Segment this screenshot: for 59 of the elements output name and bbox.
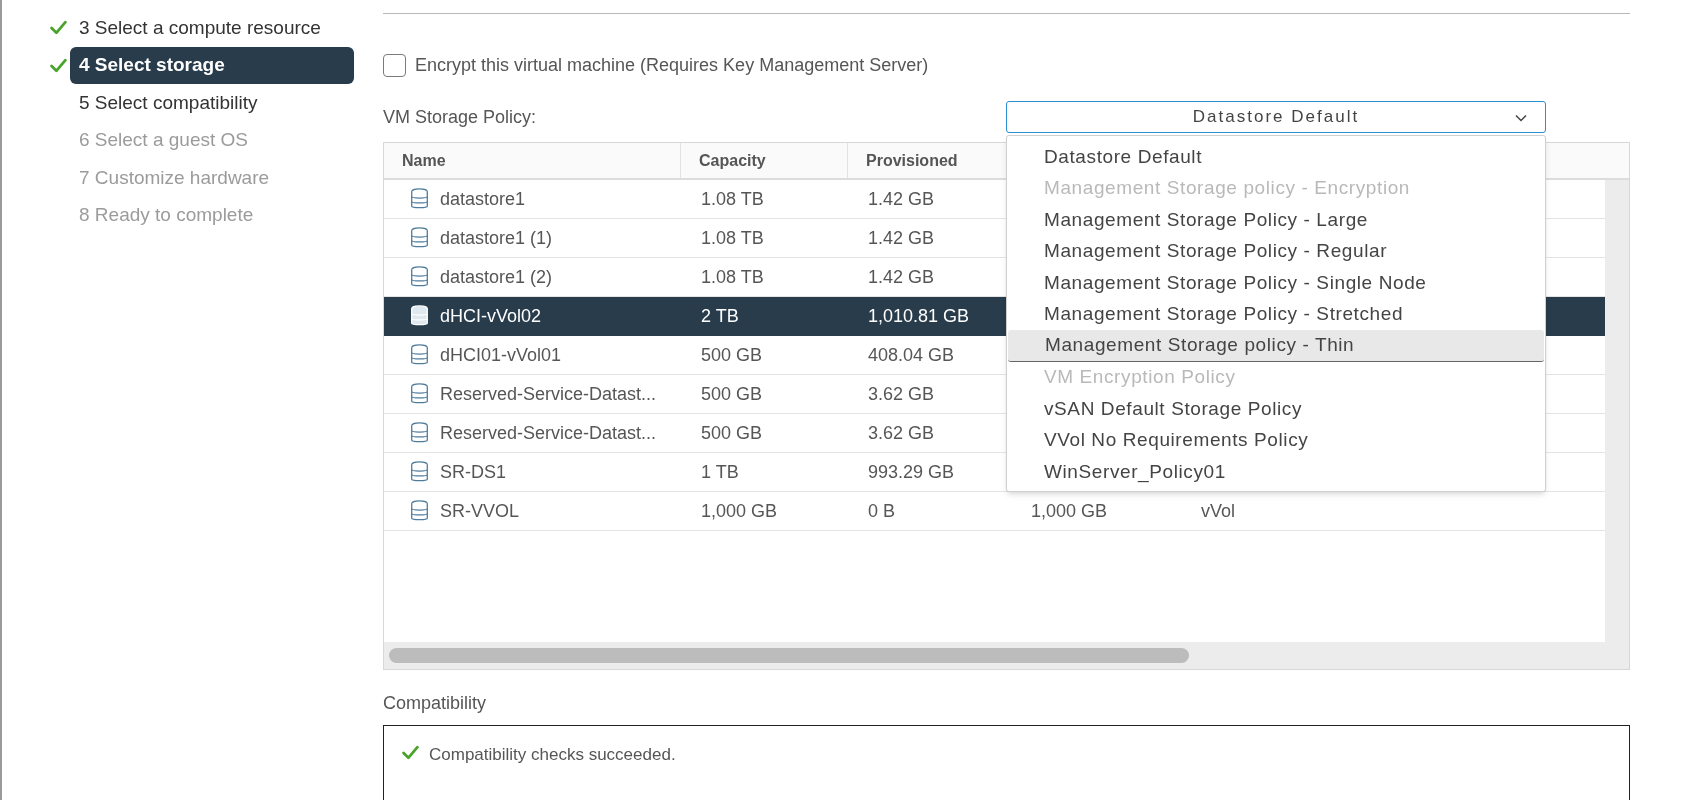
storage-policy-label: VM Storage Policy: (383, 105, 538, 129)
chevron-down-icon (1515, 114, 1527, 122)
dropdown-option[interactable]: WinServer_Policy01 (1007, 456, 1545, 488)
datastore-name: Reserved-Service-Datast... (384, 375, 681, 413)
database-icon (410, 422, 429, 444)
database-icon (410, 344, 429, 366)
capacity-cell-text: 1.08 TB (700, 226, 765, 250)
compatibility-label: Compatibility (383, 692, 488, 715)
compatibility-message: Compatibility checks succeeded. (429, 744, 676, 766)
vertical-scrollbar[interactable] (1605, 180, 1629, 642)
database-icon (410, 305, 429, 327)
database-icon (410, 383, 429, 405)
provisioned-cell-text: 993.29 GB (867, 460, 956, 484)
capacity-cell-text: 500 GB (700, 343, 764, 367)
capacity-cell-text: 500 GB (700, 382, 764, 406)
datastore-name: SR-DS1 (384, 453, 681, 491)
provisioned-cell-text: 1.42 GB (867, 226, 936, 250)
capacity-cell-text: 500 GB (700, 421, 764, 445)
provisioned-cell-text: 3.62 GB (867, 421, 936, 445)
capacity-cell-text: 2 TB (700, 304, 740, 328)
database-icon (410, 188, 429, 210)
table-cell-text: 1,000 GB (1030, 499, 1109, 523)
dropdown-option[interactable]: Management Storage policy - Thin (1008, 330, 1544, 362)
wizard-step[interactable]: 4 Select storage (70, 46, 354, 84)
storage-policy-dropdown[interactable]: Datastore Default (1006, 101, 1546, 133)
scrollbar-thumb[interactable] (389, 648, 1189, 663)
capacity-cell-text: 1.08 TB (700, 187, 765, 211)
wizard-step[interactable]: 5 Select compatibility (70, 84, 354, 122)
provisioned-cell-text: 1,010.81 GB (867, 304, 971, 328)
column-header[interactable]: Provisioned (848, 143, 1011, 178)
database-icon (410, 227, 429, 249)
wizard-step[interactable]: 3 Select a compute resource (70, 9, 354, 47)
dropdown-option[interactable]: Management Storage Policy - Single Node (1007, 267, 1545, 299)
capacity-cell-text: 1,000 GB (700, 499, 779, 523)
encrypt-label: Encrypt this virtual machine (Requires Key Management Server) (415, 53, 929, 77)
capacity-cell-text: 1.08 TB (700, 265, 765, 289)
table-cell-text: vVol (1200, 499, 1237, 523)
datastore-name: Reserved-Service-Datast... (384, 414, 681, 452)
column-header[interactable]: Capacity (681, 143, 848, 178)
capacity-cell-text: 1 TB (700, 460, 740, 484)
provisioned-cell-text: 408.04 GB (867, 343, 956, 367)
dropdown-option[interactable]: Management Storage Policy - Stretched (1007, 298, 1545, 330)
provisioned-cell-text: 0 B (867, 499, 897, 523)
datastore-name: datastore1 (2) (384, 258, 681, 296)
provisioned-cell-text: 1.42 GB (867, 265, 936, 289)
column-header[interactable]: Name (384, 143, 681, 178)
dropdown-option[interactable]: VVol No Requirements Policy (1007, 424, 1545, 456)
database-icon (410, 266, 429, 288)
datastore-name: dHCI01-vVol01 (384, 336, 681, 374)
provisioned-cell-text: 1.42 GB (867, 187, 936, 211)
provisioned-cell-text: 3.62 GB (867, 382, 936, 406)
horizontal-scrollbar[interactable] (384, 642, 1629, 669)
database-icon (410, 500, 429, 522)
checkbox[interactable] (383, 53, 406, 77)
datastore-name: datastore1 (384, 180, 681, 218)
datastore-name: datastore1 (1) (384, 219, 681, 257)
database-icon (410, 461, 429, 483)
datastore-name: SR-VVOL (384, 492, 681, 530)
datastore-name: dHCI-vVol02 (384, 297, 681, 335)
